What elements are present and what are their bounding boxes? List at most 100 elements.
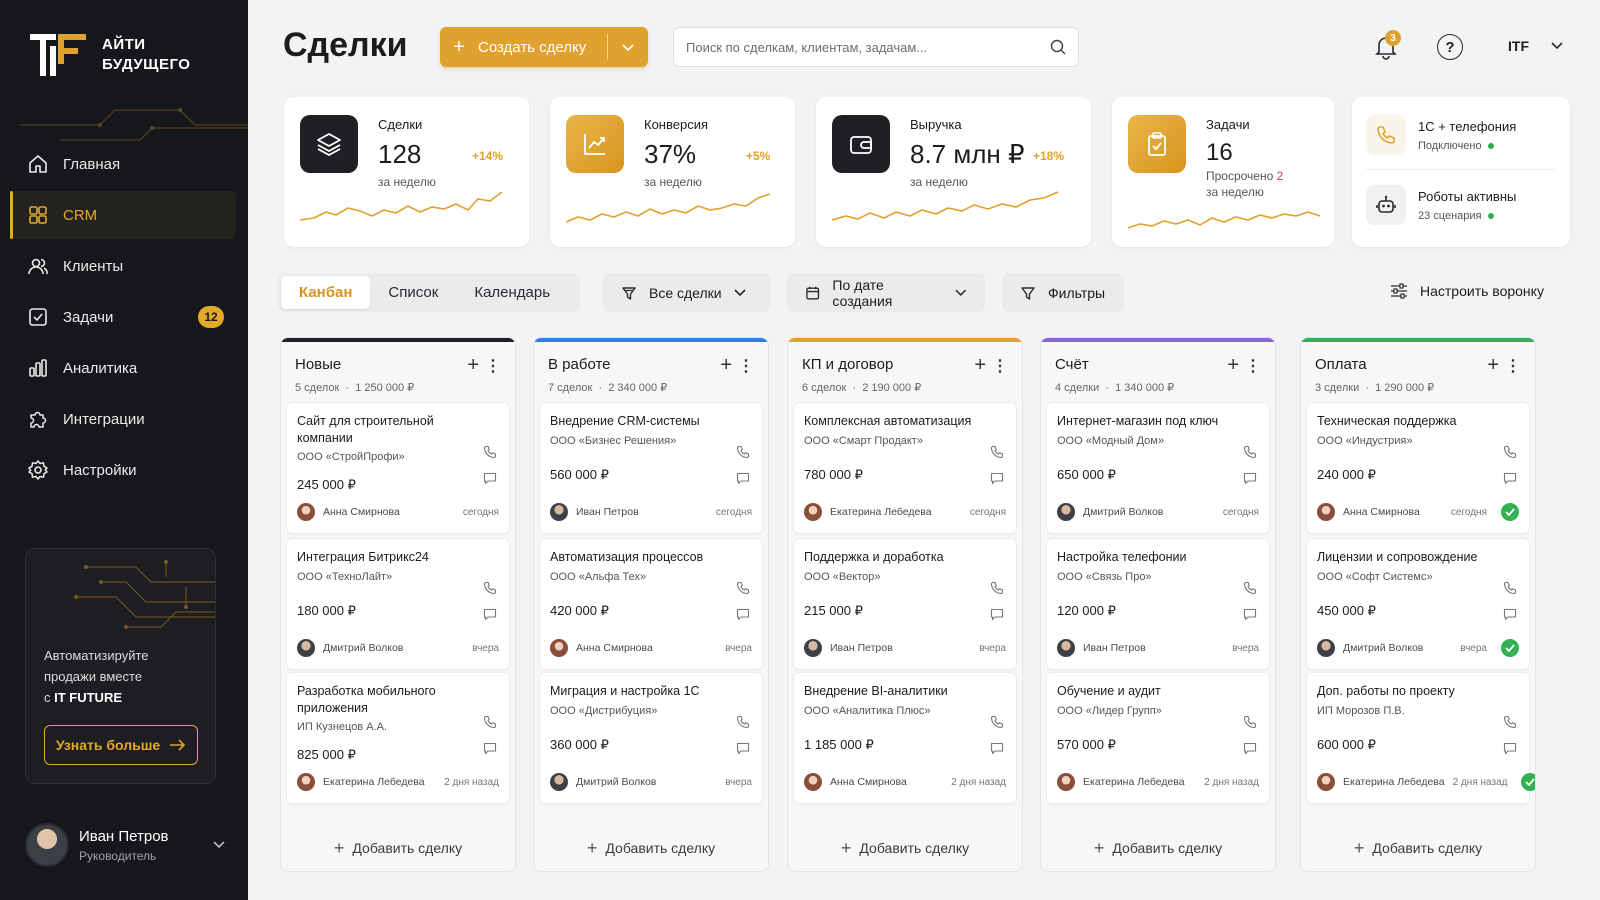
add-deal-button[interactable]: + Добавить сделку [1041, 835, 1275, 861]
create-deal-dropdown[interactable] [608, 39, 648, 56]
phone-icon[interactable] [736, 445, 750, 459]
tab-list[interactable]: Список [370, 276, 456, 309]
deal-owner: Иван Петров [576, 506, 639, 518]
add-card-icon[interactable]: + [1227, 354, 1239, 377]
kpi-deals-card[interactable]: Сделки 128 за неделю +14% [284, 97, 529, 247]
chat-icon[interactable] [990, 471, 1004, 485]
avatar [1057, 503, 1075, 521]
wallet-icon [832, 115, 890, 173]
kpi-revenue-card[interactable]: Выручка 8.7 млн ₽ за неделю +18% [816, 97, 1091, 247]
phone-icon[interactable] [736, 715, 750, 729]
sidebar-item-0[interactable]: Главная [10, 140, 236, 188]
more-vertical-icon[interactable]: ⋮ [738, 356, 754, 376]
chat-icon[interactable] [1243, 741, 1257, 755]
phone-icon[interactable] [1503, 581, 1517, 595]
account-switcher[interactable]: ITF [1508, 38, 1563, 54]
chat-icon[interactable] [1503, 471, 1517, 485]
phone-icon[interactable] [736, 581, 750, 595]
phone-icon[interactable] [483, 581, 497, 595]
phone-icon[interactable] [990, 581, 1004, 595]
chat-icon[interactable] [483, 741, 497, 755]
chevron-down-icon [955, 289, 967, 296]
add-card-icon[interactable]: + [467, 354, 479, 377]
phone-icon[interactable] [990, 445, 1004, 459]
add-card-icon[interactable]: + [1487, 354, 1499, 377]
kpi-tasks-card[interactable]: Задачи 16 Просрочено 2 за неделю [1112, 97, 1334, 247]
more-vertical-icon[interactable]: ⋮ [992, 356, 1008, 376]
learn-more-button[interactable]: Узнать больше [44, 725, 198, 765]
sidebar-item-2[interactable]: Клиенты [10, 242, 236, 290]
chat-icon[interactable] [736, 607, 750, 621]
brand-logo[interactable]: АЙТИ БУДУЩЕГО [28, 30, 190, 80]
deal-card[interactable]: Разработка мобильного приложения ИП Кузне… [286, 672, 510, 804]
chat-icon[interactable] [1503, 741, 1517, 755]
phone-icon[interactable] [1503, 445, 1517, 459]
deal-card[interactable]: Настройка телефонии ООО «Связь Про» 120 00… [1046, 538, 1270, 670]
add-deal-button[interactable]: + Добавить сделку [281, 835, 515, 861]
tab-calendar[interactable]: Календарь [456, 276, 568, 309]
status-robots[interactable]: Роботы активны 23 сценария [1366, 177, 1556, 233]
deal-card[interactable]: Доп. работы по проекту ИП Морозов П.В. 600… [1306, 672, 1535, 804]
sidebar-item-1[interactable]: CRM [10, 191, 236, 239]
phone-icon[interactable] [1243, 715, 1257, 729]
chevron-down-icon [1551, 42, 1563, 50]
phone-icon[interactable] [483, 445, 497, 459]
chat-icon[interactable] [1243, 471, 1257, 485]
deal-card[interactable]: Сайт для строительной компании ООО «Строй… [286, 402, 510, 534]
deal-card[interactable]: Автоматизация процессов ООО «Альфа Тех» 42… [539, 538, 763, 670]
add-deal-button[interactable]: + Добавить сделку [788, 835, 1022, 861]
kpi-conversion-card[interactable]: Конверсия 37% за неделю +5% [550, 97, 795, 247]
sort-dropdown[interactable]: По дате создания [787, 273, 985, 312]
create-deal-button[interactable]: + Создать сделку [440, 27, 648, 67]
deal-card[interactable]: Обучение и аудит ООО «Лидер Групп» 570 000… [1046, 672, 1270, 804]
add-deal-label: Добавить сделку [1372, 840, 1483, 856]
deal-card[interactable]: Миграция и настройка 1С ООО «Дистрибуция»… [539, 672, 763, 804]
chat-icon[interactable] [1503, 607, 1517, 621]
deal-card[interactable]: Комплексная автоматизация ООО «Смарт Прод… [793, 402, 1017, 534]
deal-title: Настройка телефонии [1057, 550, 1187, 564]
deal-card[interactable]: Поддержка и доработка ООО «Вектор» 215 000… [793, 538, 1017, 670]
deal-company: ООО «Вектор» [804, 571, 881, 583]
sidebar-item-3[interactable]: Задачи 12 [10, 293, 236, 341]
sidebar-item-6[interactable]: Настройки [10, 446, 236, 494]
filters-button[interactable]: Фильтры [1002, 273, 1124, 312]
search-input[interactable] [686, 39, 1050, 55]
chat-icon[interactable] [736, 741, 750, 755]
deal-card[interactable]: Внедрение CRM-системы ООО «Бизнес Решения… [539, 402, 763, 534]
phone-icon[interactable] [1243, 445, 1257, 459]
sparkline [832, 191, 1059, 221]
deal-card[interactable]: Лицензии и сопровождение ООО «Софт Систем… [1306, 538, 1530, 670]
phone-icon[interactable] [1503, 715, 1517, 729]
status-telephony[interactable]: 1С + телефония Подключено [1366, 107, 1556, 163]
chat-icon[interactable] [1243, 607, 1257, 621]
deals-filter-dropdown[interactable]: Все сделки [603, 273, 771, 312]
phone-icon[interactable] [483, 715, 497, 729]
add-card-icon[interactable]: + [974, 354, 986, 377]
sidebar-item-4[interactable]: Аналитика [10, 344, 236, 392]
more-vertical-icon[interactable]: ⋮ [1505, 356, 1521, 376]
phone-icon[interactable] [990, 715, 1004, 729]
tab-kanban[interactable]: Канбан [281, 276, 371, 309]
help-icon[interactable]: ? [1437, 34, 1463, 60]
search-icon[interactable] [1050, 39, 1066, 55]
deal-card[interactable]: Интернет-магазин под ключ ООО «Модный Дом… [1046, 402, 1270, 534]
add-deal-button[interactable]: + Добавить сделку [1301, 835, 1535, 861]
deal-card[interactable]: Интеграция Битрикс24 ООО «ТехноЛайт» 180 0… [286, 538, 510, 670]
chat-icon[interactable] [990, 607, 1004, 621]
chat-icon[interactable] [483, 471, 497, 485]
phone-icon[interactable] [1243, 581, 1257, 595]
user-menu[interactable]: Иван Петров Руководитель [25, 820, 225, 870]
sidebar-item-5[interactable]: Интеграции [10, 395, 236, 443]
more-vertical-icon[interactable]: ⋮ [485, 356, 501, 376]
chat-icon[interactable] [990, 741, 1004, 755]
chat-icon[interactable] [736, 471, 750, 485]
add-card-icon[interactable]: + [720, 354, 732, 377]
more-vertical-icon[interactable]: ⋮ [1245, 356, 1261, 376]
deal-card[interactable]: Внедрение BI-аналитики ООО «Аналитика Плю… [793, 672, 1017, 804]
configure-funnel-button[interactable]: Настроить воронку [1390, 283, 1544, 299]
add-deal-button[interactable]: + Добавить сделку [534, 835, 768, 861]
deal-card[interactable]: Техническая поддержка ООО «Индустрия» 240 … [1306, 402, 1530, 534]
deal-owner: Дмитрий Волков [323, 642, 404, 654]
task-check-icon [29, 308, 47, 326]
chat-icon[interactable] [483, 607, 497, 621]
